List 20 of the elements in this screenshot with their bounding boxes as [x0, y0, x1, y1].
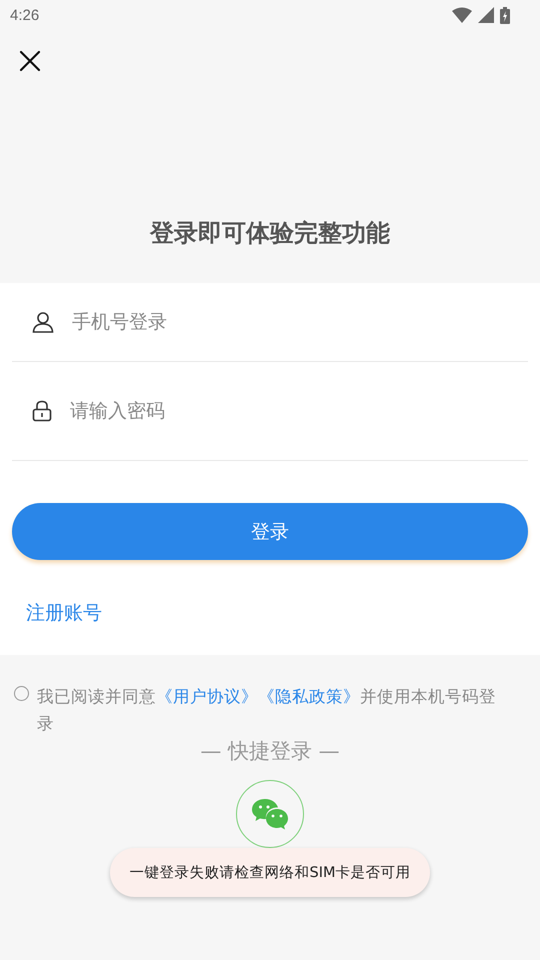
register-link[interactable]: 注册账号 — [26, 600, 102, 626]
login-button[interactable]: 登录 — [12, 503, 528, 560]
wechat-login-button[interactable] — [236, 780, 304, 848]
input-field[interactable]: 手机号登录 — [70, 310, 528, 334]
quick-login-title: — 快捷登录 — — [200, 738, 340, 765]
close-icon[interactable] — [19, 50, 41, 72]
agreement-link[interactable]: 《隐私政策》 — [258, 687, 360, 706]
toast-message: 一键登录失败请检查网络和SIM卡是否可用 — [110, 848, 430, 897]
chat-bubbles-icon — [251, 798, 289, 830]
page-title: 登录即可体验完整功能 — [150, 218, 390, 249]
agree-checkbox[interactable] — [14, 686, 29, 701]
input-field[interactable]: 请输入密码 — [68, 399, 528, 423]
wifi-icon — [452, 7, 472, 23]
battery-icon — [500, 6, 510, 24]
status-time: 4:26 — [10, 6, 40, 24]
agreement-text: 我已阅读并同意《用户协议》《隐私政策》并使用本机号码登录 — [37, 686, 497, 735]
signal-icon — [478, 7, 494, 23]
agreement-link[interactable]: 《用户协议》 — [156, 687, 258, 706]
person-icon — [32, 311, 54, 333]
lock-icon — [32, 400, 52, 422]
